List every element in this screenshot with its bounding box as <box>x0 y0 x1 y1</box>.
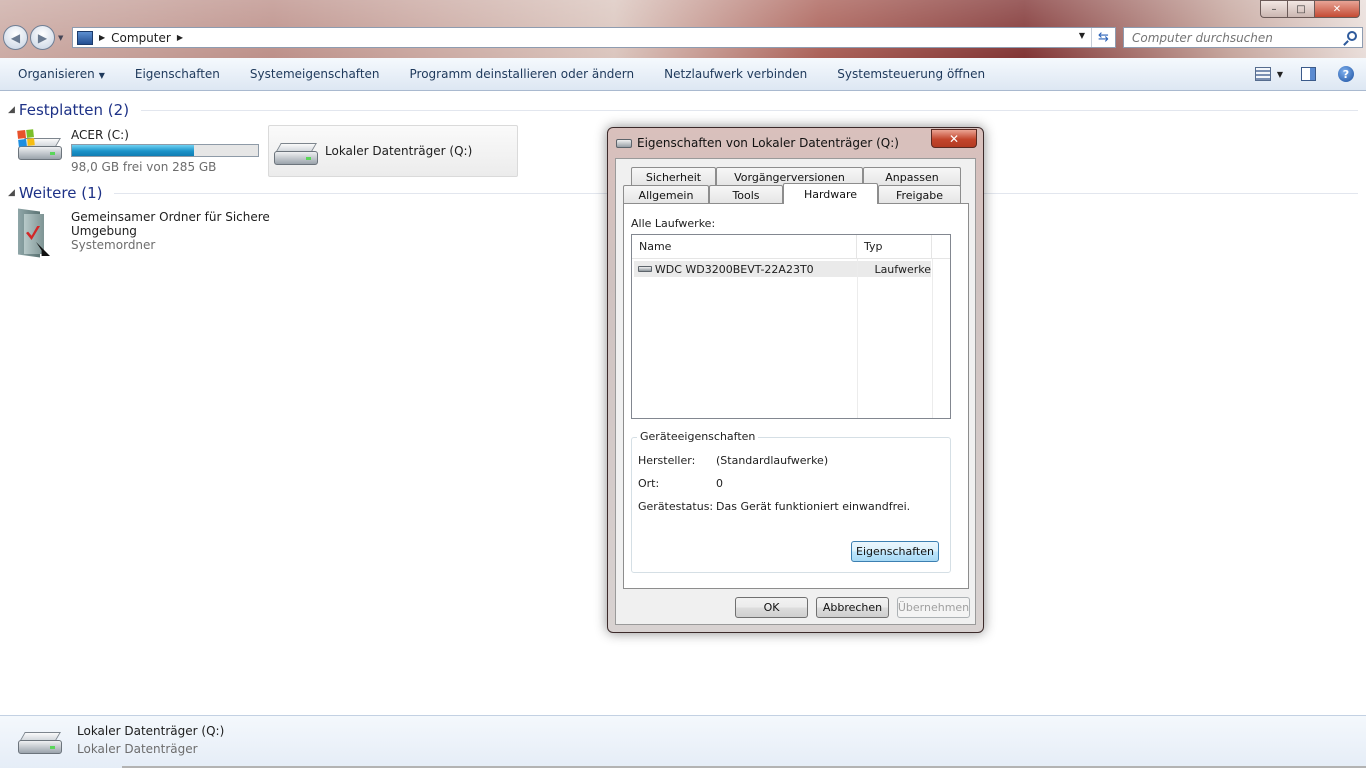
drive-c-capacity-bar <box>71 144 259 157</box>
organize-menu[interactable]: Organisieren ▼ <box>0 67 120 81</box>
drive-c-item[interactable]: ACER (C:) 98,0 GB frei von 285 GB <box>16 128 259 174</box>
device-status-label: Gerätestatus: <box>638 500 714 513</box>
change-view-icon[interactable] <box>1254 67 1271 81</box>
hard-drive-icon <box>272 133 322 173</box>
command-bar: Organisieren ▼ Eigenschaften Systemeigens… <box>0 58 1366 91</box>
drive-c-capacity-fill <box>72 145 195 156</box>
dialog-close-button[interactable]: ✕ <box>931 129 977 148</box>
cancel-button[interactable]: Abbrechen <box>816 597 889 618</box>
drive-q-item[interactable]: Lokaler Datenträger (Q:) <box>268 125 518 177</box>
details-item-type: Lokaler Datenträger <box>77 742 198 756</box>
column-header-type[interactable]: Typ <box>857 235 932 258</box>
search-icon[interactable] <box>1347 31 1357 41</box>
details-item-name: Lokaler Datenträger (Q:) <box>77 724 225 738</box>
manufacturer-value: (Standardlaufwerke) <box>716 454 829 467</box>
device-type: Laufwerke <box>874 262 931 276</box>
hardware-tab-panel: Alle Laufwerke: Name Typ WDC WD3200BEVT-… <box>623 203 969 589</box>
column-header-name[interactable]: Name <box>632 235 857 258</box>
list-header: Name Typ <box>632 235 950 259</box>
device-name: WDC WD3200BEVT-22A23T0 <box>654 262 814 276</box>
dialog-body: Sicherheit Vorgängerversionen Anpassen A… <box>615 158 976 625</box>
device-properties-button[interactable]: Eigenschaften <box>851 541 939 562</box>
folder-name-line1: Gemeinsamer Ordner für Sichere <box>71 210 270 224</box>
drives-list[interactable]: Name Typ WDC WD3200BEVT-22A23T0 Laufwerk… <box>631 234 951 419</box>
refresh-icon: ⇆ <box>1098 30 1109 45</box>
tab-tools[interactable]: Tools <box>709 185 783 204</box>
group-header-drives[interactable]: ◢ Festplatten (2) <box>8 101 1358 119</box>
back-button[interactable]: ◀ <box>3 25 28 50</box>
open-control-panel-command[interactable]: Systemsteuerung öffnen <box>822 67 1000 81</box>
location-label: Ort: <box>638 477 660 490</box>
tab-security[interactable]: Sicherheit <box>631 167 716 186</box>
drive-q-name: Lokaler Datenträger (Q:) <box>325 144 473 158</box>
properties-command[interactable]: Eigenschaften <box>120 67 235 81</box>
folder-name-line2: Umgebung <box>71 224 137 238</box>
tab-hardware[interactable]: Hardware <box>783 183 878 204</box>
tab-general[interactable]: Allgemein <box>623 185 709 204</box>
navigation-buttons: ◀ ▶ ▼ <box>3 25 63 50</box>
dialog-title: Eigenschaften von Lokaler Datenträger (Q… <box>637 136 899 150</box>
view-options-dropdown[interactable]: ▼ <box>1277 70 1283 79</box>
uninstall-program-command[interactable]: Programm deinstallieren oder ändern <box>395 67 650 81</box>
windows-logo-icon <box>17 129 35 147</box>
address-dropdown-icon[interactable]: ▼ <box>1079 31 1085 40</box>
drive-c-free-space: 98,0 GB frei von 285 GB <box>71 160 217 174</box>
close-button[interactable]: ✕ <box>1314 0 1360 18</box>
device-status-value: Das Gerät funktioniert einwandfrei. <box>716 500 911 513</box>
manufacturer-label: Hersteller: <box>638 454 696 467</box>
collapse-triangle-icon[interactable]: ◢ <box>8 105 15 115</box>
preview-pane-icon[interactable] <box>1301 67 1316 81</box>
map-network-drive-command[interactable]: Netzlaufwerk verbinden <box>649 67 822 81</box>
group-title-other: Weitere (1) <box>18 184 103 202</box>
hard-drive-windows-icon <box>16 128 66 168</box>
refresh-button[interactable]: ⇆ <box>1091 28 1115 47</box>
system-properties-command[interactable]: Systemeigenschaften <box>235 67 395 81</box>
hard-drive-icon <box>638 266 652 272</box>
device-properties-group: Geräteeigenschaften Hersteller: (Standar… <box>631 430 951 573</box>
hard-drive-icon <box>16 722 66 762</box>
ok-button[interactable]: OK <box>735 597 808 618</box>
address-bar[interactable]: ▶ Computer ▶ ▼ ⇆ <box>72 27 1116 48</box>
arrow-right-icon: ▶ <box>37 30 48 45</box>
details-pane: Lokaler Datenträger (Q:) Lokaler Datentr… <box>0 715 1366 768</box>
search-input[interactable] <box>1132 30 1332 45</box>
arrow-left-icon: ◀ <box>10 30 21 45</box>
properties-dialog: Eigenschaften von Lokaler Datenträger (Q… <box>607 127 984 633</box>
safe-environment-folder-item[interactable]: Gemeinsamer Ordner für Sichere Umgebung … <box>14 208 270 260</box>
apply-button[interactable]: Übernehmen <box>897 597 970 618</box>
chevron-down-icon: ▼ <box>98 71 105 80</box>
folder-type: Systemordner <box>71 238 156 252</box>
collapse-triangle-icon[interactable]: ◢ <box>8 188 15 198</box>
breadcrumb-separator-icon[interactable]: ▶ <box>99 33 105 42</box>
breadcrumb-computer[interactable]: Computer <box>111 31 171 45</box>
minimize-button[interactable]: – <box>1260 0 1287 18</box>
list-item[interactable]: WDC WD3200BEVT-22A23T0 Laufwerke <box>634 261 931 277</box>
breadcrumb-separator-icon[interactable]: ▶ <box>177 33 183 42</box>
window-controls: – □ ✕ <box>1260 0 1360 18</box>
group-title-drives: Festplatten (2) <box>18 101 130 119</box>
recent-pages-dropdown[interactable]: ▼ <box>58 34 63 42</box>
forward-button[interactable]: ▶ <box>30 25 55 50</box>
tab-sharing[interactable]: Freigabe <box>878 185 961 204</box>
maximize-button[interactable]: □ <box>1287 0 1314 18</box>
drive-c-name: ACER (C:) <box>71 128 129 142</box>
device-properties-title: Geräteeigenschaften <box>637 430 759 443</box>
help-icon[interactable]: ? <box>1338 66 1354 82</box>
safe-folder-icon <box>14 208 58 260</box>
drive-icon <box>616 139 632 148</box>
group-divider <box>141 109 1358 111</box>
all-drives-label: Alle Laufwerke: <box>631 217 716 230</box>
search-box[interactable] <box>1123 27 1363 48</box>
location-value: 0 <box>716 477 723 490</box>
computer-icon <box>77 30 93 45</box>
